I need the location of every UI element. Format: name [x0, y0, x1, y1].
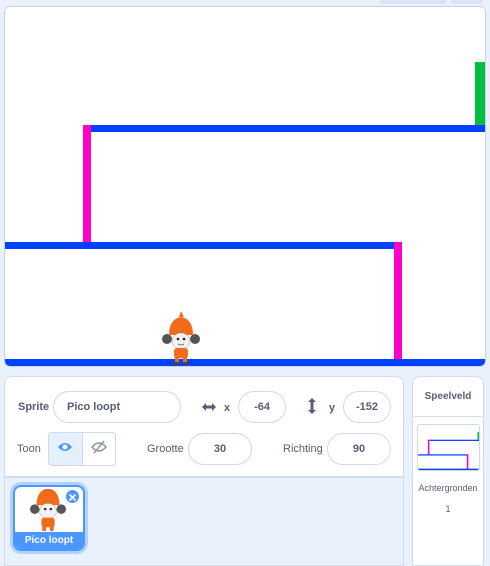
x-input[interactable]: -64 — [238, 391, 286, 423]
stage[interactable] — [4, 6, 486, 367]
eye-slash-icon — [90, 440, 107, 459]
sprite-tile-label: Pico loopt — [15, 532, 83, 549]
size-label: Grootte — [147, 443, 184, 455]
stage-canvas — [5, 62, 485, 366]
platform-floor — [5, 359, 485, 366]
platform-middle — [5, 242, 397, 249]
stage-thumbnail-canvas — [418, 431, 479, 470]
stage-thumbnail[interactable] — [417, 424, 480, 471]
sprite-info-panel: Sprite Pico loopt x -64 y -152 Toon Groo… — [4, 376, 404, 477]
hide-button[interactable] — [81, 433, 116, 465]
sprite-name-input[interactable]: Pico loopt — [53, 391, 181, 423]
vertical-arrows-icon — [307, 397, 317, 420]
top-button-1[interactable] — [380, 0, 446, 4]
backdrops-label: Achtergronden — [418, 483, 478, 493]
eye-icon — [57, 440, 73, 458]
close-icon — [69, 488, 76, 506]
stage-selector[interactable]: Speelveld Achtergronden 1 — [412, 376, 484, 566]
direction-input[interactable]: 90 — [327, 433, 391, 465]
size-input[interactable]: 30 — [188, 433, 252, 465]
wall-right — [394, 242, 402, 361]
stage-selector-title: Speelveld — [413, 377, 483, 417]
top-button-2[interactable] — [451, 0, 483, 4]
platform-top — [83, 125, 485, 132]
y-input[interactable]: -152 — [343, 391, 391, 423]
backdrops-count: 1 — [445, 504, 451, 514]
visibility-toggle — [48, 432, 116, 466]
show-label: Toon — [17, 443, 41, 455]
goal-block — [475, 62, 485, 126]
sprite-list: Pico loopt — [4, 477, 404, 566]
x-label: x — [224, 402, 231, 414]
direction-label: Richting — [283, 443, 323, 455]
show-button[interactable] — [49, 433, 82, 465]
wall-left — [83, 125, 91, 243]
y-label: y — [329, 402, 336, 414]
delete-sprite-button[interactable] — [65, 489, 80, 504]
sprite-label: Sprite — [18, 401, 50, 413]
pico-sprite[interactable] — [162, 311, 200, 365]
horizontal-arrows-icon — [201, 400, 217, 418]
